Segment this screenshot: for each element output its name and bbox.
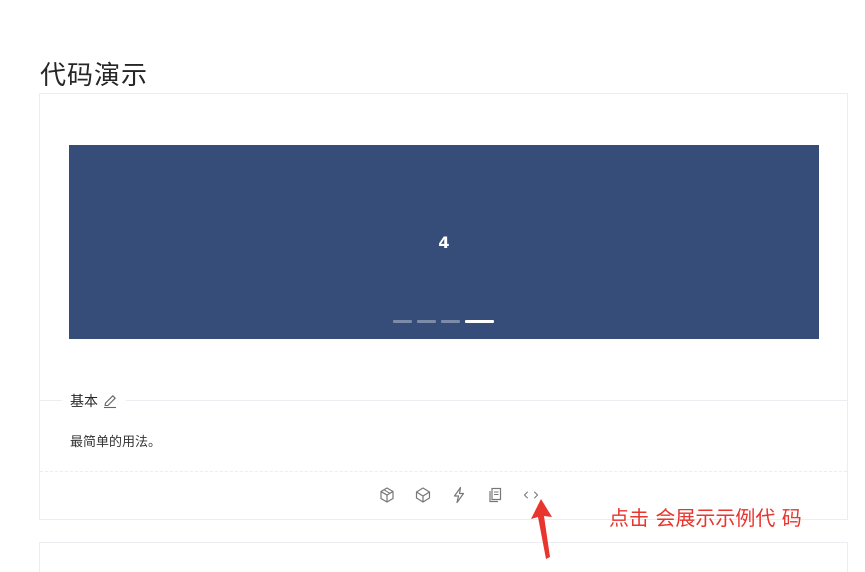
carousel[interactable]: 4 [69, 145, 819, 339]
code-actions [378, 486, 540, 504]
codesandbox-icon[interactable] [378, 486, 396, 504]
copy-icon[interactable] [486, 486, 504, 504]
page: 代码演示 4 基本 最简单的用法。 点击 会展示示例代 码 [0, 0, 865, 572]
demo-meta-title: 基本 [62, 391, 126, 411]
carousel-dot-1[interactable] [393, 320, 412, 323]
code-demo-card: 4 基本 最简单的用法。 [39, 93, 848, 520]
carousel-dots [393, 320, 494, 323]
demo-title-text: 基本 [70, 394, 98, 410]
page-title: 代码演示 [40, 61, 149, 92]
carousel-dot-3[interactable] [441, 320, 460, 323]
actions-divider [40, 471, 847, 472]
meta-divider [40, 400, 847, 401]
carousel-slide-content: 4 [438, 233, 450, 252]
demo-description: 最简单的用法。 [70, 435, 162, 450]
riddle-icon[interactable] [450, 486, 468, 504]
codepen-icon[interactable] [414, 486, 432, 504]
annotation-arrow-icon [526, 497, 560, 567]
carousel-dot-2[interactable] [417, 320, 436, 323]
carousel-dot-4[interactable] [465, 320, 494, 323]
edit-icon[interactable] [102, 393, 118, 409]
next-demo-card [39, 542, 848, 572]
annotation-text: 点击 会展示示例代 码 [609, 506, 802, 530]
